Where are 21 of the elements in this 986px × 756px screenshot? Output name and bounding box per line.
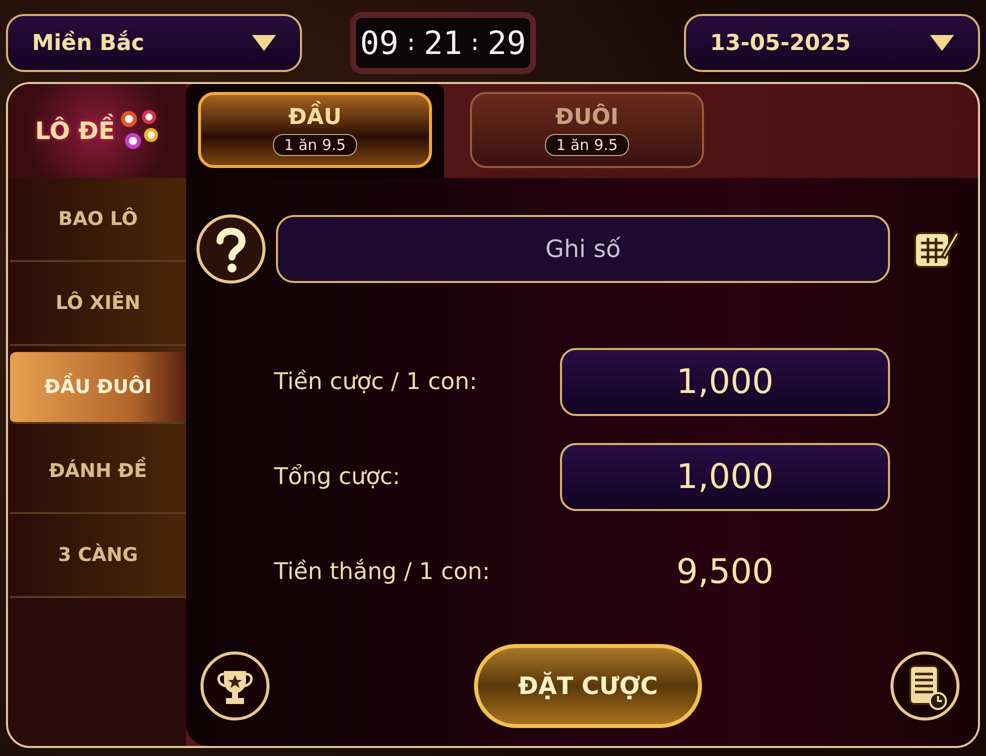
tab[interactable]: ĐUÔI 1 ăn 9.5 xyxy=(470,92,704,168)
region-select[interactable]: Miền Bắc xyxy=(6,14,302,72)
date-select[interactable]: 13-05-2025 xyxy=(684,14,980,72)
field-label: Tiền thắng / 1 con: xyxy=(274,559,491,585)
caret-icon xyxy=(250,33,278,53)
field-label: Tổng cược: xyxy=(274,464,402,490)
help-icon[interactable] xyxy=(196,214,266,284)
field-label: Tiền cược / 1 con: xyxy=(274,369,478,395)
place-bet-button[interactable]: ĐẶT CƯỢC xyxy=(474,644,702,728)
trophy-icon[interactable] xyxy=(200,651,270,721)
tab[interactable]: ĐẦU 1 ăn 9.5 xyxy=(198,92,432,168)
menu-item[interactable]: ĐẦU ĐUÔI xyxy=(10,352,186,424)
odds-badge: 1 ăn 9.5 xyxy=(273,134,357,156)
odds-badge: 1 ăn 9.5 xyxy=(545,134,629,156)
amount-text: 9,500 xyxy=(675,552,775,592)
digital-clock: 09 : 21 : 29 xyxy=(350,12,536,74)
amount-field[interactable]: 1,000 xyxy=(560,443,890,511)
history-document-icon[interactable] xyxy=(890,651,960,721)
caret-icon xyxy=(928,33,956,53)
number-input[interactable]: Ghi số xyxy=(276,215,890,283)
amount-field[interactable]: 1,000 xyxy=(560,348,890,416)
